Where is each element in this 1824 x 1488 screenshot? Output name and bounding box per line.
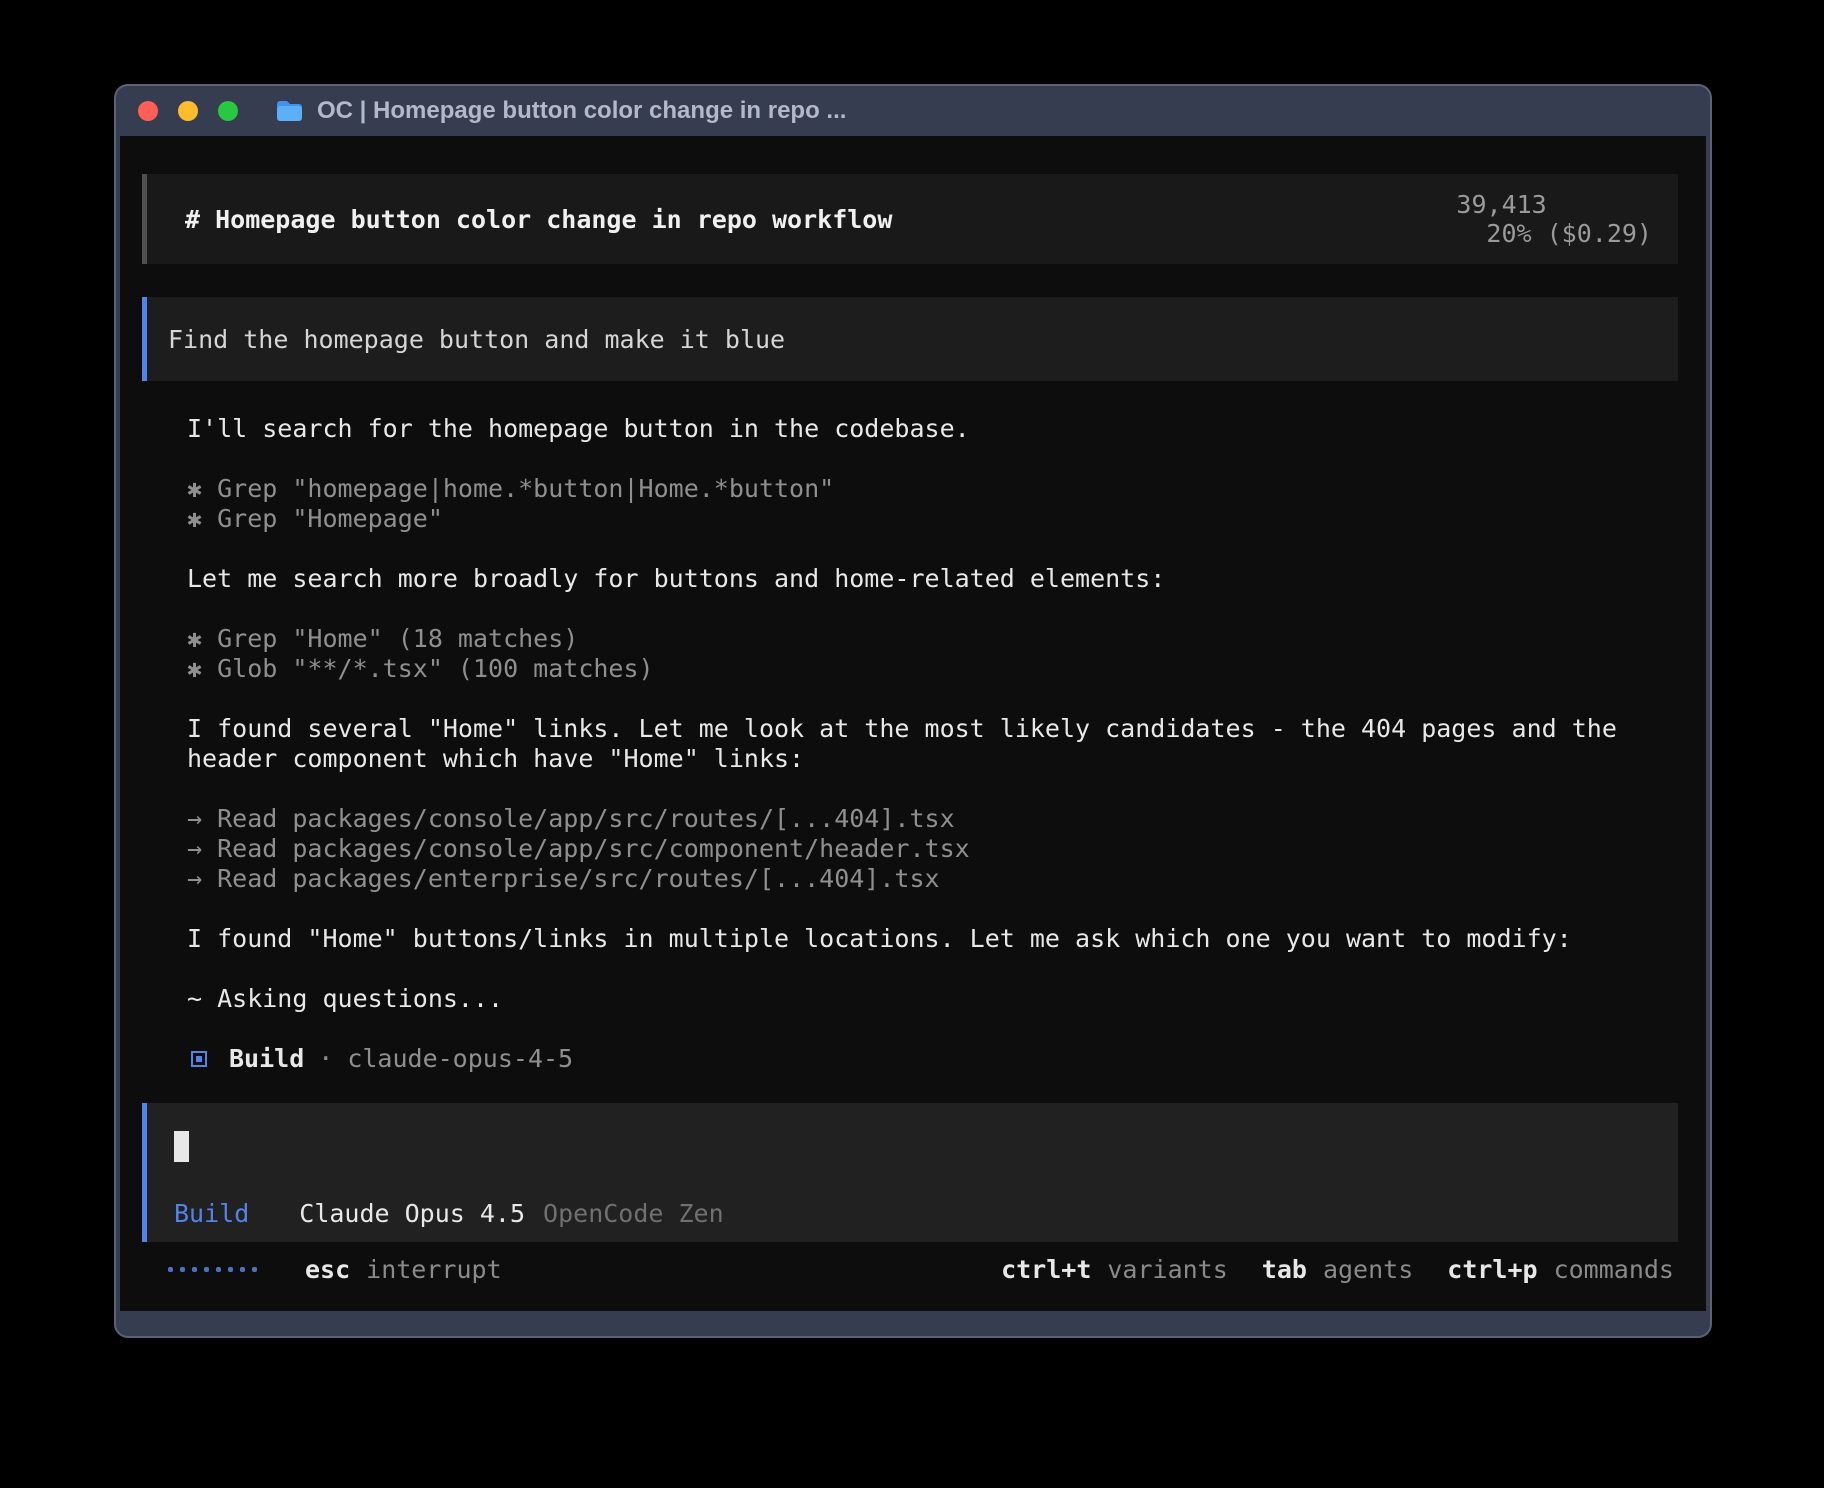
- chat-line: [187, 684, 1678, 714]
- terminal-content: # Homepage button color change in repo w…: [120, 136, 1706, 1311]
- tool-call-grep: ✱ Grep "Homepage": [187, 504, 1678, 534]
- shortcut-label: variants: [1107, 1255, 1227, 1284]
- chat-line: [187, 954, 1678, 984]
- input-provider-label: OpenCode Zen: [543, 1199, 724, 1228]
- tool-call-read: → Read packages/enterprise/src/routes/[.…: [187, 864, 1678, 894]
- session-header: # Homepage button color change in repo w…: [142, 174, 1678, 264]
- spinner-dots: [168, 1267, 257, 1272]
- agent-badge-separator: ·: [318, 1044, 333, 1074]
- shortcut-agents: tab agents: [1262, 1255, 1413, 1284]
- tool-call-read: → Read packages/console/app/src/componen…: [187, 834, 1678, 864]
- session-title: # Homepage button color change in repo w…: [185, 205, 892, 234]
- zoom-button[interactable]: [218, 101, 238, 121]
- context-usage: 20% ($0.29): [1486, 219, 1652, 248]
- tool-call-read: → Read packages/console/app/src/routes/[…: [187, 804, 1678, 834]
- folder-icon: [276, 100, 303, 122]
- shortcut-variants: ctrl+t variants: [1001, 1255, 1228, 1284]
- close-button[interactable]: [138, 101, 158, 121]
- user-message: Find the homepage button and make it blu…: [142, 297, 1678, 381]
- titlebar[interactable]: OC | Homepage button color change in rep…: [116, 86, 1710, 136]
- conversation: I'll search for the homepage button in t…: [142, 414, 1678, 1074]
- chat-line: [187, 534, 1678, 564]
- chat-line: Let me search more broadly for buttons a…: [187, 564, 1678, 594]
- status-line-asking-questions: ~ Asking questions...: [187, 984, 1678, 1014]
- terminal-window: OC | Homepage button color change in rep…: [114, 84, 1712, 1338]
- token-count: 39,413: [1456, 190, 1546, 219]
- session-stats: 39,413 20% ($0.29): [1306, 161, 1652, 277]
- agent-badge-model: claude-opus-4-5: [347, 1044, 573, 1074]
- tool-call-grep: ✱ Grep "Home" (18 matches): [187, 624, 1678, 654]
- shortcut-commands: ctrl+p commands: [1447, 1255, 1674, 1284]
- shortcut-label: commands: [1554, 1255, 1674, 1284]
- window-controls: [138, 101, 238, 121]
- user-message-text: Find the homepage button and make it blu…: [168, 325, 785, 354]
- shortcut-key: ctrl+t: [1001, 1255, 1091, 1284]
- chat-line: I found several "Home" links. Let me loo…: [187, 714, 1678, 744]
- chat-line: [187, 444, 1678, 474]
- esc-key-hint: esc: [305, 1255, 350, 1284]
- agent-badge-icon: [191, 1051, 207, 1067]
- chat-line: [187, 774, 1678, 804]
- chat-line: [187, 1014, 1678, 1044]
- shortcut-key: ctrl+p: [1447, 1255, 1537, 1284]
- shortcut-label: agents: [1323, 1255, 1413, 1284]
- input-agent-label: Build: [174, 1199, 249, 1228]
- window-title: OC | Homepage button color change in rep…: [317, 97, 846, 125]
- text-cursor: [174, 1131, 189, 1162]
- tool-call-glob: ✱ Glob "**/*.tsx" (100 matches): [187, 654, 1678, 684]
- interrupt-label: interrupt: [366, 1255, 501, 1284]
- chat-line: I'll search for the homepage button in t…: [187, 414, 1678, 444]
- agent-badge: Build · claude-opus-4-5: [187, 1044, 1678, 1074]
- input-model-label: Claude Opus 4.5: [299, 1199, 525, 1228]
- chat-line: I found "Home" buttons/links in multiple…: [187, 924, 1678, 954]
- chat-line: [187, 594, 1678, 624]
- agent-badge-name: Build: [229, 1044, 304, 1074]
- prompt-input[interactable]: Build Claude Opus 4.5 OpenCode Zen: [142, 1103, 1678, 1242]
- chat-line: header component which have "Home" links…: [187, 744, 1678, 774]
- input-meta: Build Claude Opus 4.5 OpenCode Zen: [174, 1199, 1654, 1228]
- chat-line: [187, 894, 1678, 924]
- tool-call-grep: ✱ Grep "homepage|home.*button|Home.*butt…: [187, 474, 1678, 504]
- status-bar: esc interrupt ctrl+t variants tab agents…: [120, 1239, 1706, 1311]
- minimize-button[interactable]: [178, 101, 198, 121]
- shortcut-key: tab: [1262, 1255, 1307, 1284]
